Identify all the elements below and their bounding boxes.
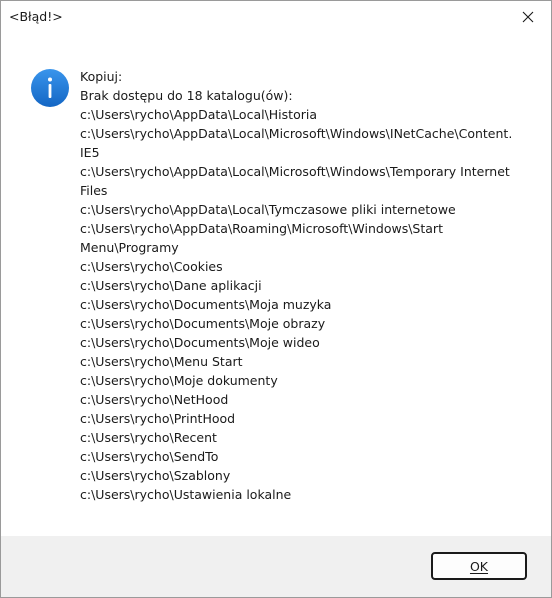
message-line: c:\Users\rycho\Szablony [80,468,231,483]
window-title: <Błąd!> [9,9,63,24]
focus-rect [435,556,523,576]
close-button[interactable] [505,1,551,33]
message-line: c:\Users\rycho\Cookies [80,259,223,274]
message-line: c:\Users\rycho\Ustawienia lokalne [80,487,292,502]
error-dialog: <Błąd!> Kopiuj: Brak dostępu do 18 katalo… [0,0,552,598]
message-line: c:\Users\rycho\AppData\Local\Microsoft\W… [80,126,513,141]
title-bar[interactable]: <Błąd!> [1,1,551,33]
message-line: Brak dostępu do 18 katalogu(ów): [80,88,293,103]
message-line: c:\Users\rycho\SendTo [80,449,219,464]
message-line: Menu\Programy [80,240,179,255]
message-line: c:\Users\rycho\AppData\Local\Tymczasowe … [80,202,456,217]
message-line: Kopiuj: [80,69,123,84]
message-line: c:\Users\rycho\Documents\Moje obrazy [80,316,326,331]
message-line: c:\Users\rycho\AppData\Local\Historia [80,107,317,122]
message-line: c:\Users\rycho\Dane aplikacji [80,278,262,293]
message-line: c:\Users\rycho\Documents\Moja muzyka [80,297,332,312]
message-line: Files [80,183,108,198]
message-line: c:\Users\rycho\Recent [80,430,217,445]
dialog-content: Kopiuj: Brak dostępu do 18 katalogu(ów): c… [1,33,551,536]
ok-button[interactable]: OK [431,552,527,580]
message-line: c:\Users\rycho\Moje dokumenty [80,373,278,388]
message-line: IE5 [80,145,100,160]
message-line: c:\Users\rycho\AppData\Roaming\Microsoft… [80,221,443,236]
dialog-footer: OK [1,536,551,597]
message-line: c:\Users\rycho\Menu Start [80,354,243,369]
error-message: Kopiuj: Brak dostępu do 18 katalogu(ów): c… [80,67,540,504]
message-line: c:\Users\rycho\AppData\Local\Microsoft\W… [80,164,510,179]
message-line: c:\Users\rycho\NetHood [80,392,229,407]
info-icon [31,69,69,107]
message-line: c:\Users\rycho\Documents\Moje wideo [80,335,320,350]
close-icon [522,11,534,23]
message-line: c:\Users\rycho\PrintHood [80,411,236,426]
